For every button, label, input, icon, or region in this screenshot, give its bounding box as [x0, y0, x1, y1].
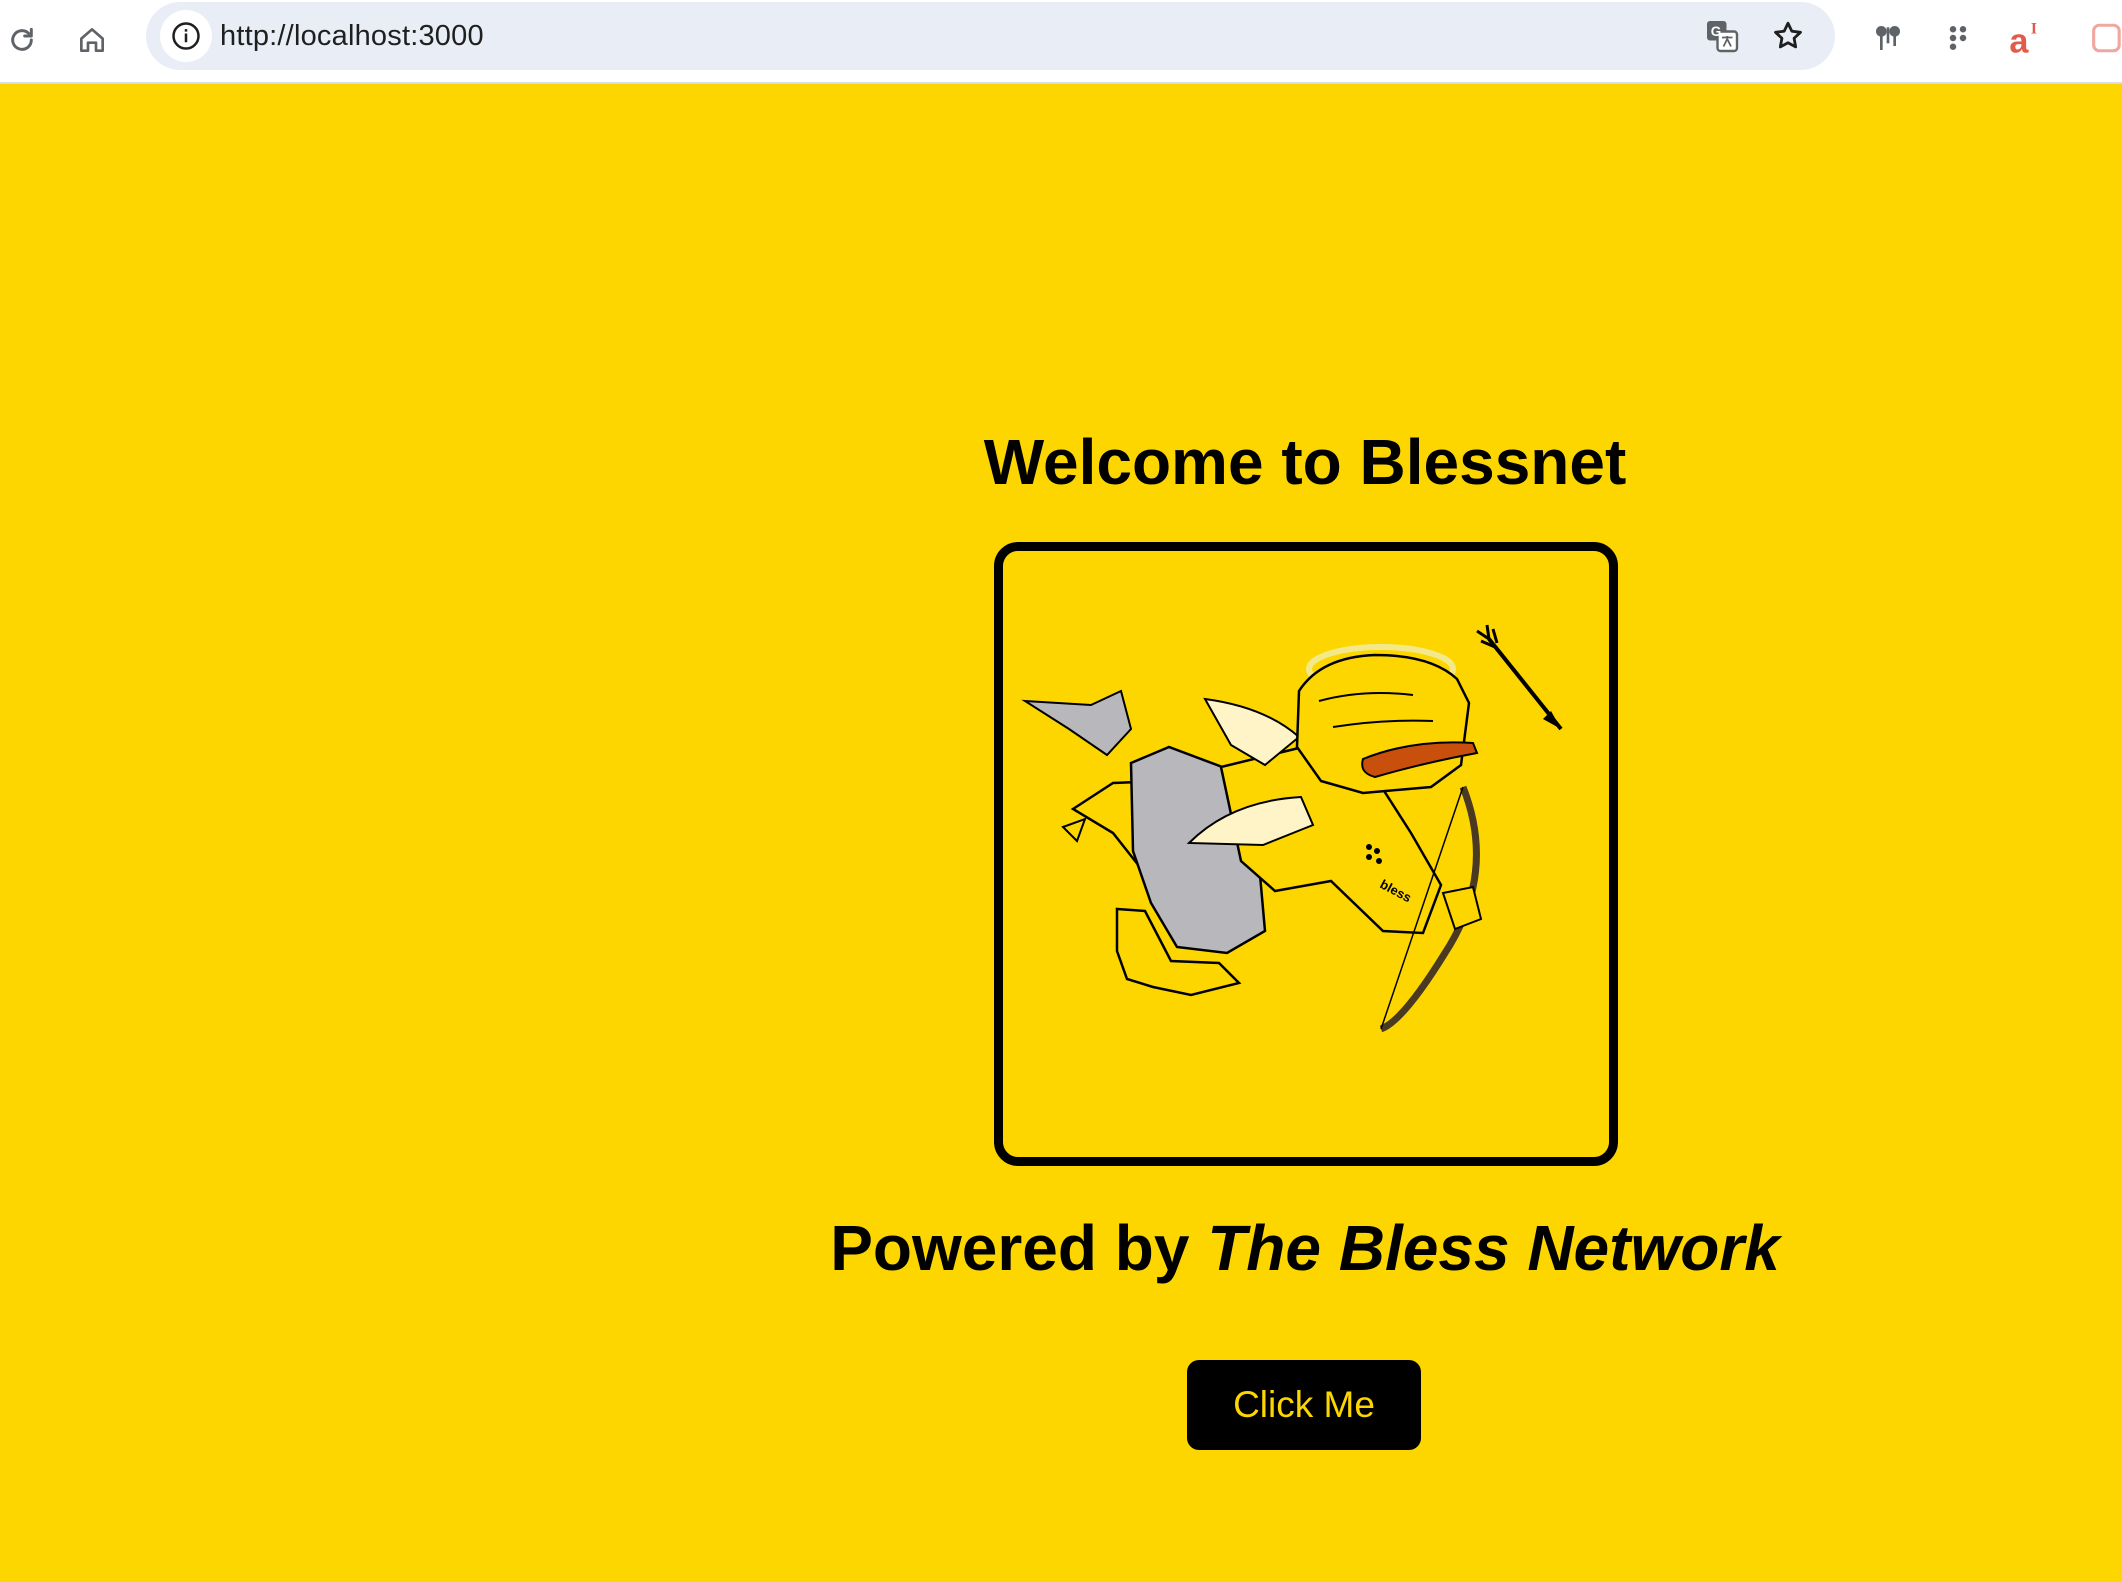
extensions-puzzle-icon[interactable] — [1932, 12, 1984, 64]
url-text[interactable]: http://localhost:3000 — [220, 2, 484, 70]
bookmark-star-icon[interactable] — [1764, 12, 1812, 60]
profile-extension-icon[interactable] — [2088, 12, 2122, 64]
svg-text:G: G — [1711, 24, 1722, 39]
powered-by-text: Powered by The Bless Network — [0, 1206, 2122, 1290]
passwords-extension-icon[interactable] — [1862, 12, 1914, 64]
powered-prefix: Powered by — [830, 1212, 1190, 1284]
svg-text:a: a — [2009, 22, 2029, 58]
reload-icon[interactable] — [0, 14, 48, 66]
address-bar[interactable]: http://localhost:3000 G — [146, 2, 1835, 70]
page-title: Welcome to Blessnet — [983, 426, 1627, 498]
click-me-button[interactable]: Click Me — [1187, 1360, 1421, 1450]
browser-toolbar: http://localhost:3000 G aI — [0, 0, 2122, 84]
cupid-frog-image: bless — [994, 542, 1618, 1166]
svg-text:I: I — [2031, 21, 2037, 38]
site-info-icon[interactable] — [160, 10, 212, 62]
home-icon[interactable] — [66, 14, 118, 66]
powered-brand: The Bless Network — [1207, 1212, 1780, 1284]
translate-icon[interactable]: G — [1698, 12, 1746, 60]
font-extension-icon[interactable]: aI — [2002, 12, 2054, 64]
